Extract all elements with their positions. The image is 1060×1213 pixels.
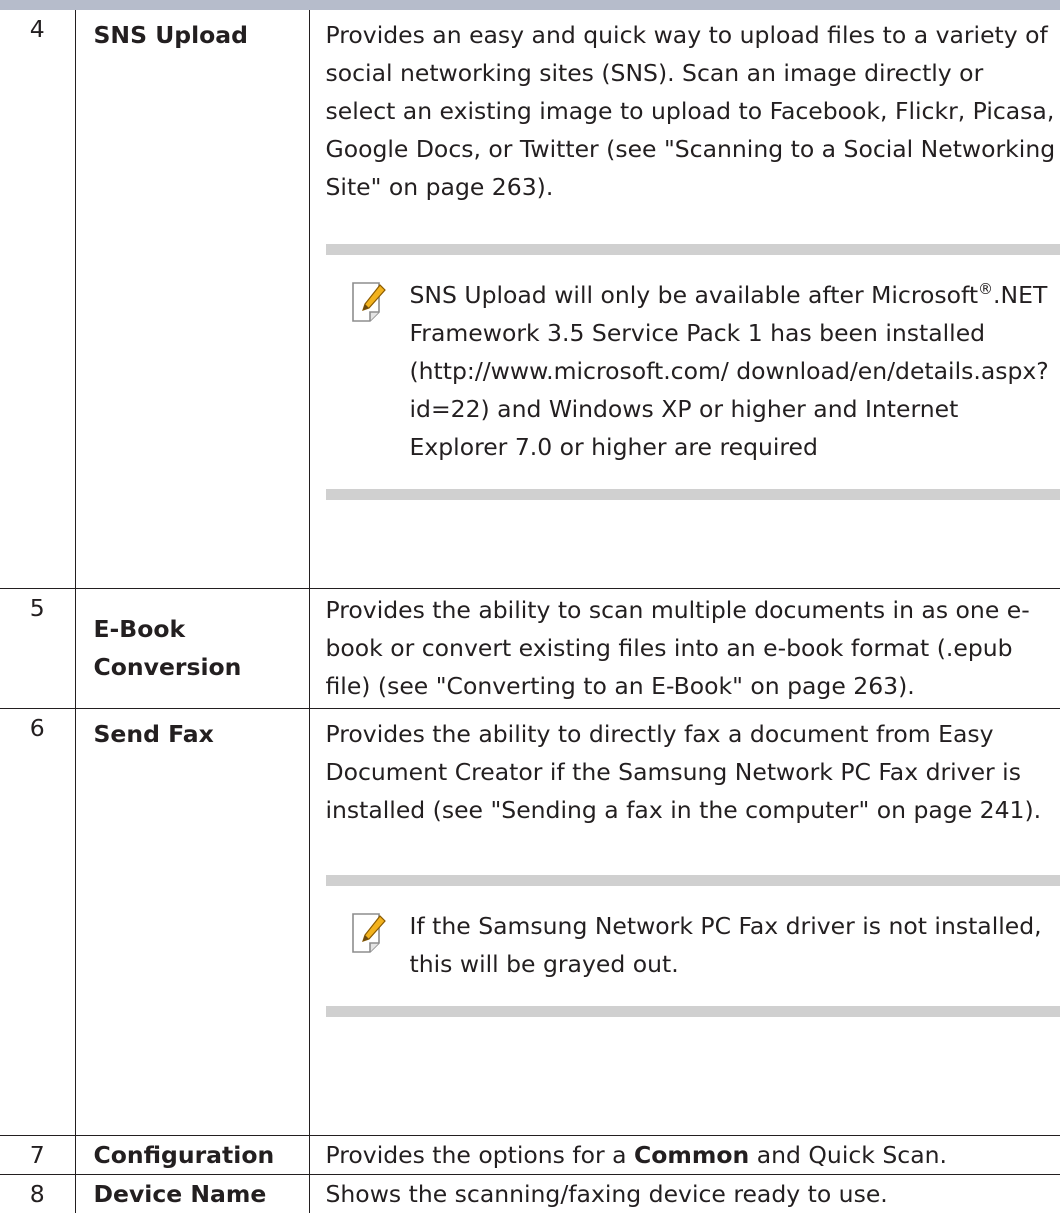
feature-description: Shows the scanning/faxing device ready t… [309,1174,1060,1213]
feature-description: Provides the ability to directly fax a d… [309,708,1060,1135]
note-text: If the Samsung Network PC Fax driver is … [410,907,1060,983]
note-box: SNS Upload will only be available after … [326,244,1060,500]
note-text: SNS Upload will only be available after … [410,276,1060,466]
table-row: 4 SNS Upload Provides an easy and quick … [0,10,1060,588]
feature-description: Provides the options for a Common and Qu… [309,1135,1060,1174]
table-row: 8 Device Name Shows the scanning/faxing … [0,1174,1060,1213]
top-accent-bar [0,0,1060,10]
feature-name: SNS Upload [75,10,309,588]
feature-name: E-Book Conversion [75,588,309,708]
row-number: 8 [0,1174,75,1213]
table-row: 7 Configuration Provides the options for… [0,1135,1060,1174]
feature-description: Provides an easy and quick way to upload… [309,10,1060,588]
row-number: 5 [0,588,75,708]
note-pencil-icon [350,280,390,324]
feature-name: Send Fax [75,708,309,1135]
row-number: 7 [0,1135,75,1174]
row-number: 4 [0,10,75,588]
feature-name: Device Name [75,1174,309,1213]
description-text: Provides the ability to directly fax a d… [326,715,1060,829]
table-row: 6 Send Fax Provides the ability to direc… [0,708,1060,1135]
note-box: If the Samsung Network PC Fax driver is … [326,875,1060,1017]
feature-table: 4 SNS Upload Provides an easy and quick … [0,10,1060,1213]
feature-description: Provides the ability to scan multiple do… [309,588,1060,708]
description-text: Provides an easy and quick way to upload… [326,16,1060,206]
note-pencil-icon [350,911,390,955]
feature-name: Configuration [75,1135,309,1174]
table-row: 5 E-Book Conversion Provides the ability… [0,588,1060,708]
row-number: 6 [0,708,75,1135]
